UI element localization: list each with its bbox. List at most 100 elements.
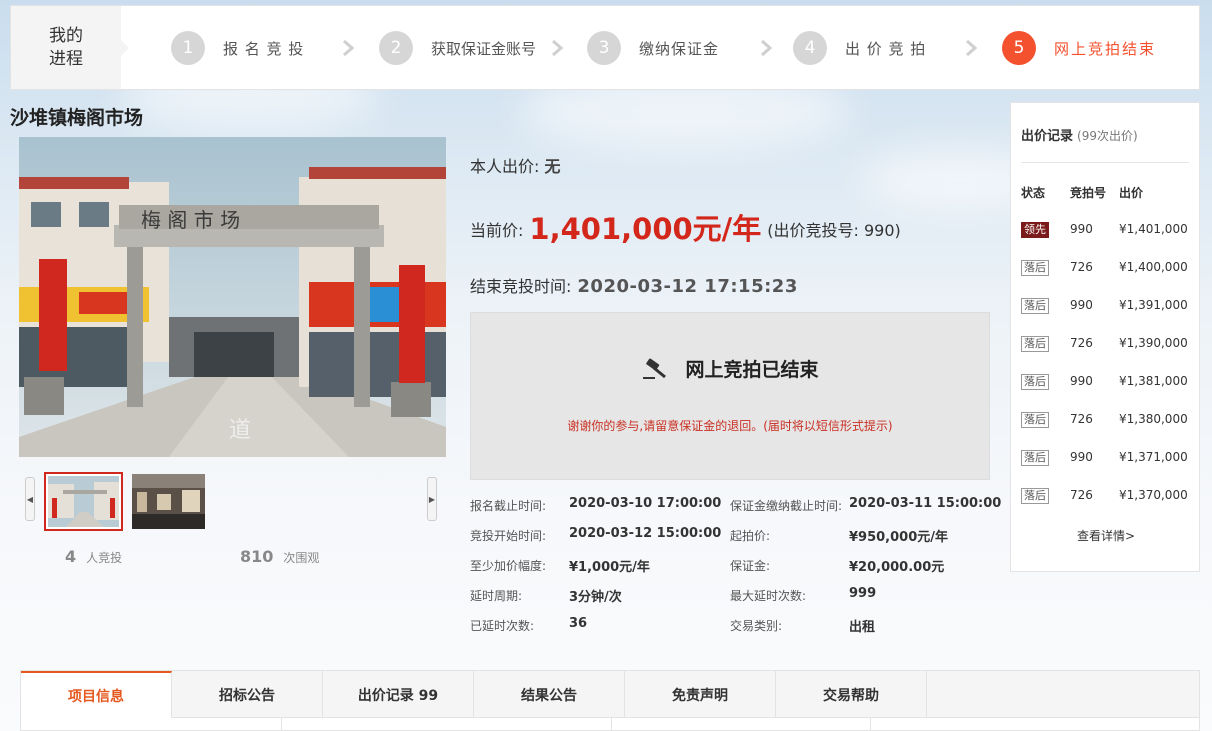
gavel-icon <box>643 358 667 379</box>
views-number: 810 <box>240 547 274 566</box>
detail-value: 2020-03-12 15:00:00 <box>569 526 722 541</box>
thumbnail-1[interactable] <box>44 472 123 531</box>
progress-heading: 我的 进程 <box>11 6 129 89</box>
column-header-status: 状态 <box>1021 186 1046 200</box>
bid-number: 726 <box>1070 336 1093 350</box>
current-bid-number: (出价竞投号: 990) <box>767 221 901 240</box>
bid-records-heading: 出价记录 <box>1021 129 1074 144</box>
bid-record-row: 落后 726 ¥1,400,000 <box>1011 258 1201 278</box>
bid-number: 726 <box>1070 412 1093 426</box>
tab-result-notice[interactable]: 结果公告 <box>474 671 625 718</box>
current-price: 当前价: 1,401,000元/年 (出价竞投号: 990) <box>470 206 901 248</box>
progress-heading-text: 我的 进程 <box>49 25 83 69</box>
step-label: 获取保证金账号 <box>431 39 537 58</box>
tab-content-area <box>20 718 1200 731</box>
end-time: 结束竞投时间: 2020-03-12 17:15:23 <box>470 273 798 297</box>
views-count: 810 次围观 <box>240 547 319 566</box>
end-time-value: 2020-03-12 17:15:23 <box>577 276 798 297</box>
auction-ended-heading: 网上竞拍已结束 <box>471 355 989 382</box>
detail-label: 保证金缴纳截止时间: <box>730 499 843 513</box>
bid-price: ¥1,400,000 <box>1119 260 1188 274</box>
bid-record-row: 落后 726 ¥1,390,000 <box>1011 334 1201 354</box>
bid-number: 990 <box>1070 450 1093 464</box>
chevron-right-icon <box>761 39 773 57</box>
tab-bid-records[interactable]: 出价记录 99 <box>323 671 474 718</box>
bid-price: ¥1,401,000 <box>1119 222 1188 236</box>
detail-value: 2020-03-11 15:00:00 <box>849 496 1002 511</box>
bid-records-panel: 出价记录 (99次出价) 状态 竞拍号 出价 领先 990 ¥1,401,000 落后… <box>1010 102 1200 572</box>
step-number: 2 <box>379 31 413 65</box>
bidders-number: 4 <box>65 547 77 566</box>
bid-number: 726 <box>1070 260 1093 274</box>
divider <box>1021 162 1189 163</box>
my-bid-value: 无 <box>544 157 561 176</box>
detail-label: 交易类别: <box>730 619 783 633</box>
bidders-label: 人竞投 <box>86 551 123 565</box>
detail-label: 竞投开始时间: <box>470 529 547 543</box>
detail-value: 36 <box>569 616 588 631</box>
step-number: 1 <box>171 31 205 65</box>
status-badge: 落后 <box>1021 298 1049 314</box>
detail-label: 至少加价幅度: <box>470 559 547 573</box>
progress-step-4: 4 出 价 竞 拍 <box>793 31 926 65</box>
views-label: 次围观 <box>283 551 320 565</box>
view-details-link[interactable]: 查看详情> <box>1011 527 1201 544</box>
bid-record-row: 领先 990 ¥1,401,000 <box>1011 220 1201 240</box>
progress-step-2: 2 获取保证金账号 <box>379 31 536 65</box>
current-price-label: 当前价: <box>470 221 524 240</box>
step-number: 3 <box>587 31 621 65</box>
divider <box>870 718 871 731</box>
status-badge: 落后 <box>1021 374 1049 390</box>
thumbnail-image <box>132 474 205 529</box>
column-header-price: 出价 <box>1119 186 1144 200</box>
step-label: 缴纳保证金 <box>639 39 720 58</box>
bid-number: 726 <box>1070 488 1093 502</box>
my-bid-label: 本人出价: <box>470 157 540 176</box>
chevron-right-icon <box>966 39 978 57</box>
bid-record-row: 落后 726 ¥1,380,000 <box>1011 410 1201 430</box>
thumbnail-prev-button[interactable]: ◀ <box>25 477 35 521</box>
chevron-right-icon <box>343 39 355 57</box>
detail-value: ¥1,000元/年 <box>569 560 650 575</box>
svg-text:道: 道 <box>229 418 251 443</box>
thumbnail-next-button[interactable]: ▶ <box>427 477 437 521</box>
current-price-value: 1,401,000元/年 <box>529 212 762 246</box>
tab-trade-help[interactable]: 交易帮助 <box>776 671 927 718</box>
bid-price: ¥1,371,000 <box>1119 450 1188 464</box>
tab-project-info[interactable]: 项目信息 <box>21 671 172 719</box>
status-badge: 落后 <box>1021 336 1049 352</box>
detail-value: ¥950,000元/年 <box>849 530 949 545</box>
status-badge: 领先 <box>1021 222 1049 238</box>
chevron-right-icon <box>552 39 564 57</box>
detail-value: ¥20,000.00元 <box>849 560 945 575</box>
status-badge: 落后 <box>1021 488 1049 504</box>
bid-price: ¥1,370,000 <box>1119 488 1188 502</box>
detail-value: 999 <box>849 586 877 601</box>
divider <box>281 718 282 731</box>
end-time-label: 结束竞投时间: <box>470 277 572 296</box>
bid-record-row: 落后 726 ¥1,370,000 <box>1011 486 1201 506</box>
bid-price: ¥1,381,000 <box>1119 374 1188 388</box>
status-badge: 落后 <box>1021 450 1049 466</box>
bid-number: 990 <box>1070 298 1093 312</box>
divider <box>611 718 612 731</box>
thumbnail-2[interactable] <box>132 474 205 529</box>
my-bid: 本人出价: 无 <box>470 153 561 177</box>
auction-ended-panel: 网上竞拍已结束 谢谢你的参与,请留意保证金的退回。(届时将以短信形式提示) <box>470 312 990 480</box>
step-number: 5 <box>1002 31 1036 65</box>
bid-records-count: (99次出价) <box>1077 129 1138 143</box>
detail-label: 已延时次数: <box>470 619 535 633</box>
progress-step-1: 1 报 名 竞 投 <box>171 31 304 65</box>
tab-tender-notice[interactable]: 招标公告 <box>172 671 323 718</box>
gate-sign-text: 梅 阁 市 场 <box>141 208 240 232</box>
main-photo[interactable]: 梅 阁 市 场 道 <box>19 137 446 457</box>
detail-label: 起拍价: <box>730 529 771 543</box>
detail-value: 2020-03-10 17:00:00 <box>569 496 722 511</box>
tab-disclaimer[interactable]: 免责声明 <box>625 671 776 718</box>
thumbnail-image <box>48 476 119 527</box>
detail-value: 出租 <box>849 620 876 635</box>
detail-label: 保证金: <box>730 559 771 573</box>
bid-price: ¥1,391,000 <box>1119 298 1188 312</box>
deposit-refund-note: 谢谢你的参与,请留意保证金的退回。(届时将以短信形式提示) <box>567 419 893 433</box>
progress-bar: 我的 进程 1 报 名 竞 投 2 获取保证金账号 3 缴纳保证金 4 出 价 竞… <box>10 5 1200 90</box>
